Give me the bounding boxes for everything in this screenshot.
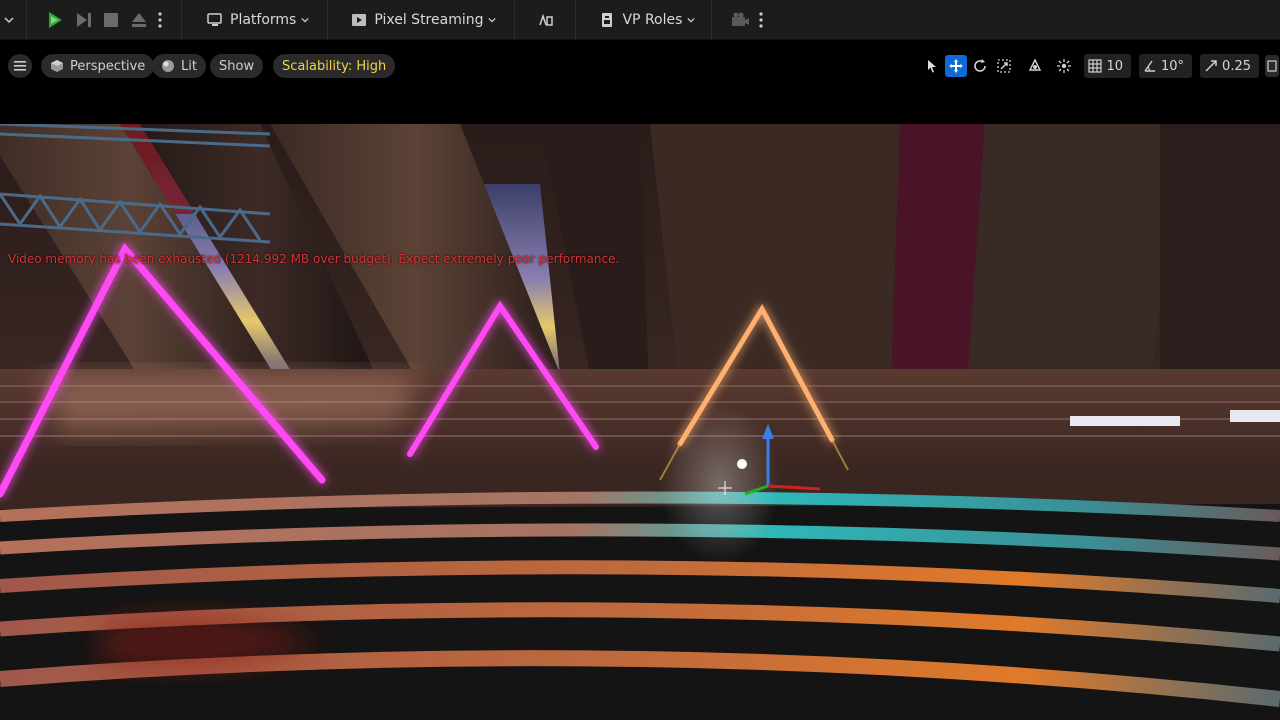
more-vertical-icon — [158, 11, 162, 28]
grid-snap-value: 10 — [1106, 58, 1123, 74]
vp-roles-label: VP Roles — [622, 11, 683, 28]
toolbar-menu-chevron[interactable] — [0, 0, 18, 40]
toolbar-divider — [575, 0, 577, 40]
toolbar-divider — [711, 0, 713, 40]
cube-icon — [51, 60, 63, 72]
camera-icon — [732, 12, 750, 26]
scale-snap-value: 0.25 — [1222, 58, 1251, 74]
rotate-icon — [974, 59, 987, 72]
platforms-label: Platforms — [230, 11, 297, 28]
coordinate-space-button[interactable] — [1024, 55, 1046, 77]
scale-icon — [997, 59, 1012, 73]
pixel-streaming-icon — [352, 13, 367, 26]
rotate-mode-button[interactable] — [969, 55, 991, 77]
pixel-streaming-dropdown[interactable]: Pixel Streaming — [344, 0, 502, 40]
viewport-toolbar: Perspective Lit Show Scalability: High 1… — [0, 40, 1280, 164]
platforms-dropdown[interactable]: Platforms — [200, 0, 315, 40]
grid-icon — [1088, 59, 1103, 73]
camera-settings-button[interactable] — [726, 0, 754, 40]
vp-roles-icon — [602, 12, 613, 27]
scale-arrow-icon — [1205, 60, 1217, 72]
move-arrows-icon — [949, 59, 964, 73]
play-options-button[interactable] — [153, 0, 167, 40]
pixel-streaming-label: Pixel Streaming — [374, 11, 484, 28]
show-dropdown[interactable]: Show — [210, 54, 264, 78]
show-label: Show — [219, 58, 255, 74]
maximize-icon — [1267, 60, 1277, 72]
lit-label: Lit — [181, 58, 197, 74]
surface-snapping-button[interactable] — [1053, 55, 1075, 77]
angle-icon — [1144, 60, 1155, 72]
toolbar-divider — [181, 0, 182, 40]
toolbar-more-button[interactable] — [754, 0, 768, 40]
scalability-label: Scalability: High — [282, 58, 387, 74]
grid-snap-group[interactable]: 10 — [1084, 54, 1131, 78]
unreal-editor-window: Platforms Pixel Streaming VP Roles Persp… — [0, 0, 1280, 720]
play-button[interactable] — [41, 0, 69, 40]
sequencer-button[interactable] — [531, 0, 561, 40]
translate-mode-button[interactable] — [945, 55, 968, 77]
scale-snap-group[interactable]: 0.25 — [1200, 54, 1259, 78]
stop-icon — [104, 12, 118, 27]
step-button[interactable] — [69, 0, 97, 40]
chevron-down-icon — [687, 17, 696, 22]
sequencer-icon — [539, 13, 554, 26]
viewport-menu-button[interactable] — [8, 54, 32, 78]
scale-mode-button[interactable] — [993, 55, 1015, 77]
lit-dropdown[interactable]: Lit — [152, 54, 206, 78]
platforms-icon — [207, 12, 222, 26]
level-viewport[interactable]: Video memory has been exhausted (1214.99… — [0, 124, 1280, 720]
chevron-down-icon — [4, 16, 14, 23]
video-memory-warning: Video memory has been exhausted (1214.99… — [8, 252, 620, 266]
toolbar-divider — [514, 0, 516, 40]
toolbar-divider — [26, 0, 27, 40]
surface-snap-icon — [1057, 59, 1072, 73]
stop-button[interactable] — [97, 0, 125, 40]
cursor-arrow-icon — [928, 60, 937, 73]
rotation-snap-value: 10° — [1161, 58, 1185, 74]
perspective-dropdown[interactable]: Perspective — [41, 54, 155, 78]
world-coordinates-icon — [1029, 58, 1042, 71]
scalability-dropdown[interactable]: Scalability: High — [273, 54, 396, 78]
lit-sphere-icon — [162, 60, 174, 72]
eject-button[interactable] — [125, 0, 153, 40]
eject-icon — [132, 12, 146, 27]
toolbar-divider — [327, 0, 329, 40]
rotation-snap-group[interactable]: 10° — [1139, 54, 1193, 78]
chevron-down-icon — [488, 17, 497, 22]
viewport-layout-button[interactable] — [1265, 55, 1279, 77]
perspective-label: Perspective — [70, 58, 146, 74]
more-vertical-icon — [759, 11, 764, 28]
main-toolbar: Platforms Pixel Streaming VP Roles — [0, 0, 1280, 40]
chevron-down-icon — [301, 17, 309, 22]
vp-roles-dropdown[interactable]: VP Roles — [592, 0, 701, 40]
step-forward-icon — [77, 12, 91, 27]
select-mode-button[interactable] — [921, 55, 943, 77]
transform-tools: 10 10° 0.25 — [920, 54, 1280, 78]
play-icon — [49, 11, 62, 28]
scene-render — [0, 124, 1280, 720]
hamburger-menu-icon — [14, 61, 26, 71]
